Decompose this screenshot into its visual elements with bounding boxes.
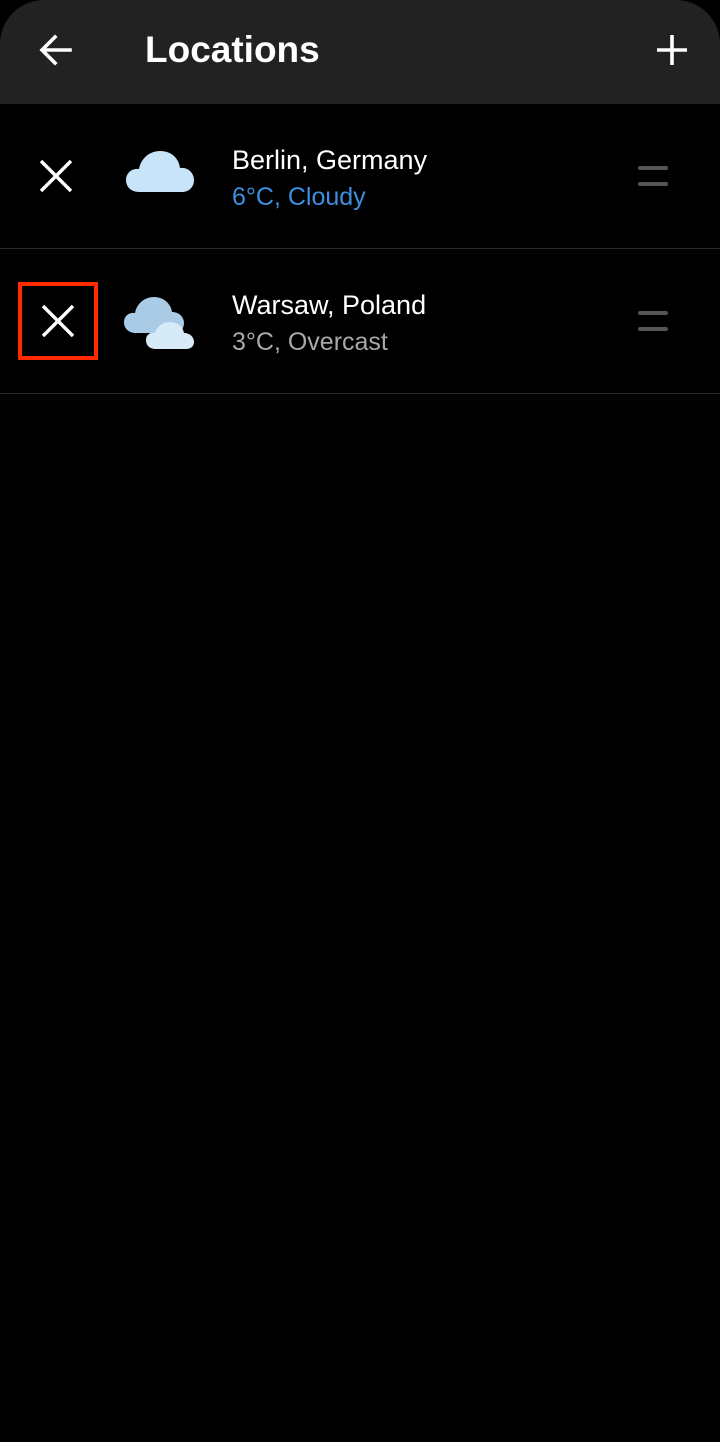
- drag-handle-bar: [638, 311, 668, 315]
- app-bar: Locations: [0, 0, 720, 104]
- back-button[interactable]: [28, 22, 84, 78]
- close-icon: [41, 304, 75, 338]
- drag-handle-icon[interactable]: [632, 311, 674, 331]
- cloud-icon: [126, 151, 194, 192]
- location-conditions: 3°C, Overcast: [232, 328, 388, 356]
- arrow-left-icon: [39, 34, 72, 66]
- overcast-clouds-icon: [124, 297, 194, 349]
- locations-screen: Locations Berlin, Germany 6°C, Cloudy Wa…: [0, 0, 720, 1442]
- add-location-button[interactable]: [644, 22, 700, 78]
- location-row-berlin[interactable]: Berlin, Germany 6°C, Cloudy: [0, 104, 720, 249]
- locations-list: Berlin, Germany 6°C, Cloudy Warsaw, Pola…: [0, 104, 720, 394]
- plus-icon: [657, 35, 687, 65]
- location-city: Berlin, Germany: [232, 145, 428, 175]
- location-city: Warsaw, Poland: [232, 290, 427, 320]
- drag-handle-bar: [638, 166, 668, 170]
- remove-location-button[interactable]: [22, 142, 90, 210]
- drag-handle-bar: [638, 182, 668, 186]
- drag-handle-icon[interactable]: [632, 166, 674, 186]
- page-title: Locations: [145, 29, 320, 70]
- location-conditions: 6°C, Cloudy: [232, 183, 366, 211]
- close-icon: [39, 159, 73, 193]
- remove-location-button[interactable]: [18, 282, 98, 360]
- drag-handle-bar: [638, 327, 668, 331]
- location-row-warsaw[interactable]: Warsaw, Poland 3°C, Overcast: [0, 249, 720, 394]
